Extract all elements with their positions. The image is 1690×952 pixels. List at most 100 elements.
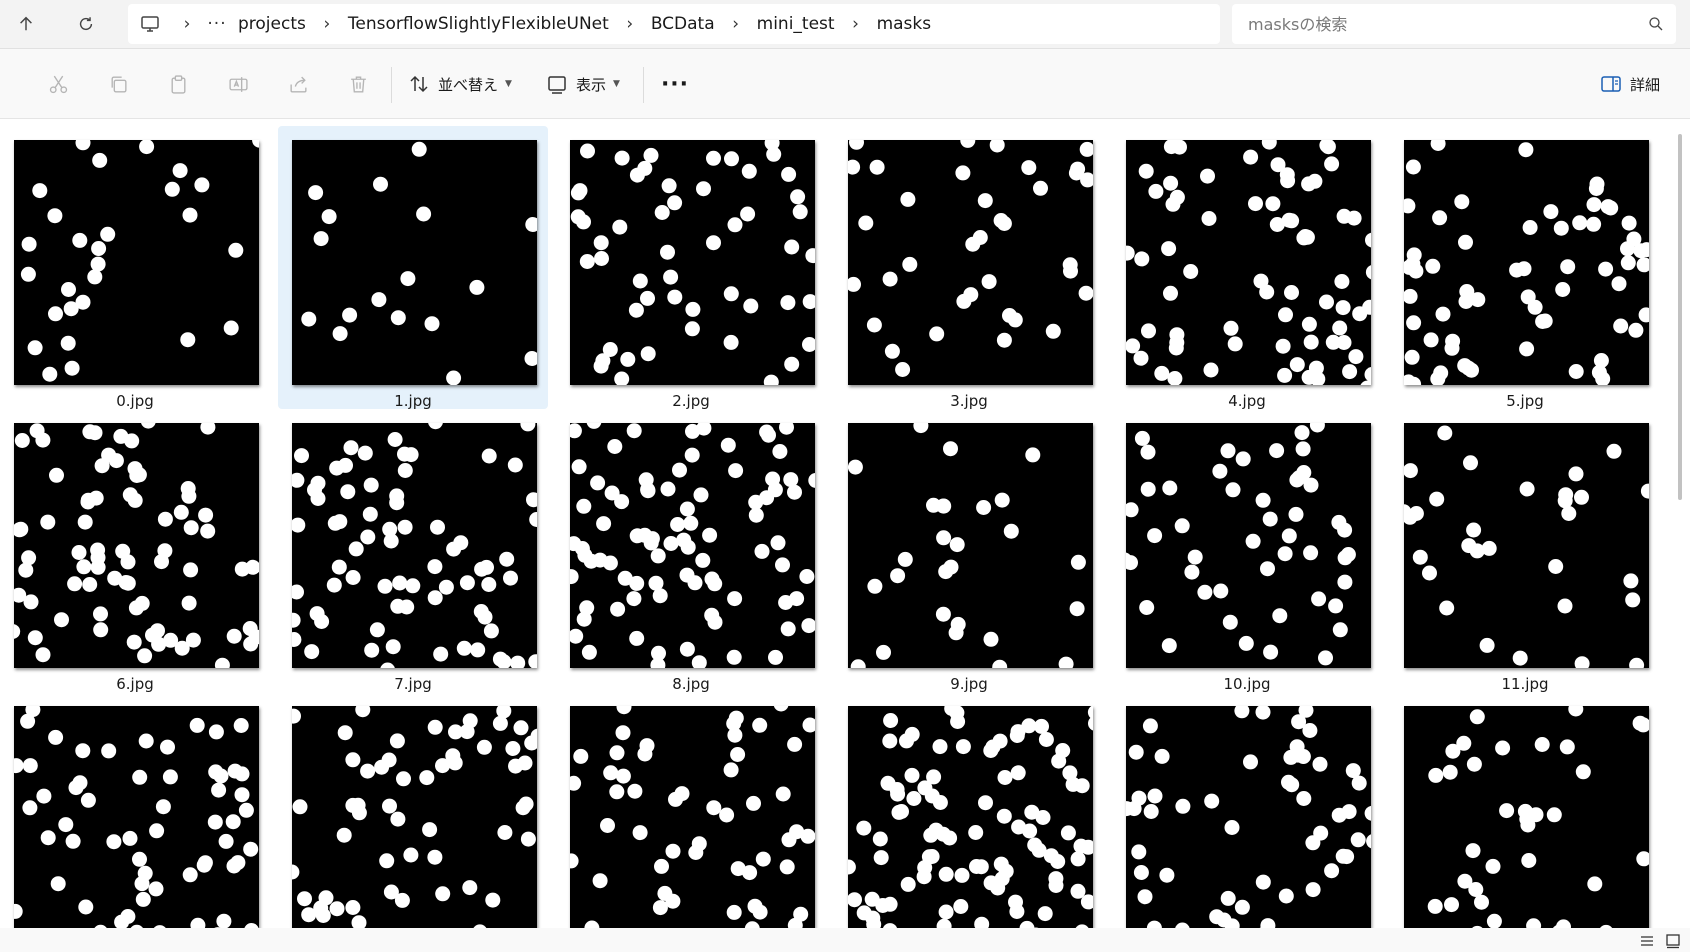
chevron-right-icon[interactable]: › (615, 14, 645, 34)
this-pc-button[interactable] (128, 4, 172, 44)
monitor-icon (141, 16, 159, 32)
file-name: 2.jpg (672, 392, 710, 410)
cut-button[interactable] (38, 64, 78, 104)
chevron-right-icon[interactable]: › (841, 14, 871, 34)
mask-thumbnail (570, 423, 815, 668)
mask-thumbnail (1126, 423, 1371, 668)
mask-thumbnail (848, 423, 1093, 668)
mask-thumbnail (848, 140, 1093, 385)
chevron-down-icon: ▼ (613, 79, 620, 89)
file-grid: 0.jpg 1.jpg 2.jpg 3.jpg 4.jpg 5.jpg 6.jpg 7.jpg… (0, 120, 1690, 928)
file-tile[interactable] (0, 692, 270, 928)
file-tile[interactable]: 6.jpg (0, 409, 270, 693)
mask-thumbnail (848, 706, 1093, 928)
breadcrumb-item-projects[interactable]: projects (232, 14, 312, 34)
file-tile[interactable] (278, 692, 548, 928)
file-name: 3.jpg (950, 392, 988, 410)
sort-icon (410, 75, 428, 93)
file-name: 1.jpg (394, 392, 432, 410)
details-view-icon (1641, 936, 1653, 946)
sort-label: 並べ替え (438, 75, 499, 94)
delete-button[interactable] (338, 64, 378, 104)
up-button[interactable] (4, 4, 48, 44)
large-icons-view-button[interactable] (1662, 930, 1684, 952)
file-tile[interactable]: 9.jpg (834, 409, 1104, 693)
file-tile[interactable]: 4.jpg (1112, 126, 1382, 410)
rename-button[interactable] (218, 64, 258, 104)
search-input[interactable] (1232, 4, 1636, 44)
breadcrumb-item-bcdata[interactable]: BCData (645, 14, 721, 34)
scissors-icon (49, 75, 67, 93)
details-pane-button[interactable]: 詳細 (1600, 64, 1660, 104)
file-tile[interactable] (1112, 692, 1382, 928)
file-tile[interactable]: 5.jpg (1390, 126, 1660, 410)
file-tile[interactable]: 2.jpg (556, 126, 826, 410)
vertical-scrollbar[interactable] (1678, 134, 1682, 500)
mask-thumbnail (292, 423, 537, 668)
mask-thumbnail (292, 140, 537, 385)
chevron-right-icon[interactable]: › (172, 14, 202, 34)
mask-thumbnail (14, 423, 259, 668)
mask-thumbnail (1126, 140, 1371, 385)
mask-thumbnail (570, 140, 815, 385)
copy-icon (111, 75, 127, 93)
arrow-up-icon (20, 16, 32, 31)
chevron-right-icon[interactable]: › (312, 14, 342, 34)
breadcrumb-overflow-button[interactable]: ··· (202, 14, 232, 34)
file-name: 0.jpg (116, 392, 154, 410)
large-icons-view-icon (1666, 934, 1680, 949)
search-box (1232, 4, 1676, 44)
file-tile[interactable]: 1.jpg (278, 126, 548, 410)
mask-thumbnail (570, 706, 815, 928)
toolbar-divider (391, 67, 392, 103)
breadcrumb-item-masks[interactable]: masks (871, 14, 938, 34)
paste-button[interactable] (158, 64, 198, 104)
file-tile[interactable]: 11.jpg (1390, 409, 1660, 693)
refresh-icon (79, 17, 93, 31)
mask-thumbnail (1404, 706, 1649, 928)
command-bar: 並べ替え ▼ 表示 ▼ ··· 詳細 (0, 49, 1690, 119)
file-name: 10.jpg (1223, 675, 1271, 693)
mask-thumbnail (14, 706, 259, 928)
file-name: 9.jpg (950, 675, 988, 693)
file-name: 6.jpg (116, 675, 154, 693)
file-tile[interactable]: 7.jpg (278, 409, 548, 693)
file-name: 5.jpg (1506, 392, 1544, 410)
sort-button[interactable]: 並べ替え ▼ (408, 64, 512, 104)
file-tile[interactable] (1390, 692, 1660, 928)
file-tile[interactable]: 0.jpg (0, 126, 270, 410)
breadcrumb: › ··· projects › TensorflowSlightlyFlexi… (128, 4, 1220, 44)
view-button[interactable]: 表示 ▼ (546, 64, 620, 104)
mask-thumbnail (1404, 140, 1649, 385)
chevron-down-icon: ▼ (505, 79, 512, 89)
breadcrumb-item-unet[interactable]: TensorflowSlightlyFlexibleUNet (342, 14, 615, 34)
details-pane-icon (1601, 76, 1621, 92)
mask-thumbnail (292, 706, 537, 928)
more-options-button[interactable]: ··· (660, 64, 690, 104)
address-bar: › ··· projects › TensorflowSlightlyFlexi… (0, 0, 1690, 49)
copy-button[interactable] (98, 64, 138, 104)
file-tile[interactable] (834, 692, 1104, 928)
status-bar (0, 928, 1690, 952)
mask-thumbnail (1404, 423, 1649, 668)
trash-icon (350, 75, 366, 93)
refresh-button[interactable] (64, 4, 108, 44)
file-tile[interactable]: 10.jpg (1112, 409, 1382, 693)
breadcrumb-item-mini-test[interactable]: mini_test (751, 14, 841, 34)
toolbar-divider (643, 67, 644, 103)
paste-icon (171, 74, 185, 94)
chevron-right-icon[interactable]: › (721, 14, 751, 34)
file-name: 11.jpg (1501, 675, 1549, 693)
rename-icon (228, 76, 248, 92)
details-view-button[interactable] (1636, 930, 1658, 952)
share-icon (289, 76, 307, 93)
file-name: 8.jpg (672, 675, 710, 693)
mask-thumbnail (14, 140, 259, 385)
file-name: 4.jpg (1228, 392, 1266, 410)
file-tile[interactable]: 3.jpg (834, 126, 1104, 410)
share-button[interactable] (278, 64, 318, 104)
file-tile[interactable]: 8.jpg (556, 409, 826, 693)
search-icon[interactable] (1636, 4, 1676, 44)
mask-thumbnail (1126, 706, 1371, 928)
file-tile[interactable] (556, 692, 826, 928)
